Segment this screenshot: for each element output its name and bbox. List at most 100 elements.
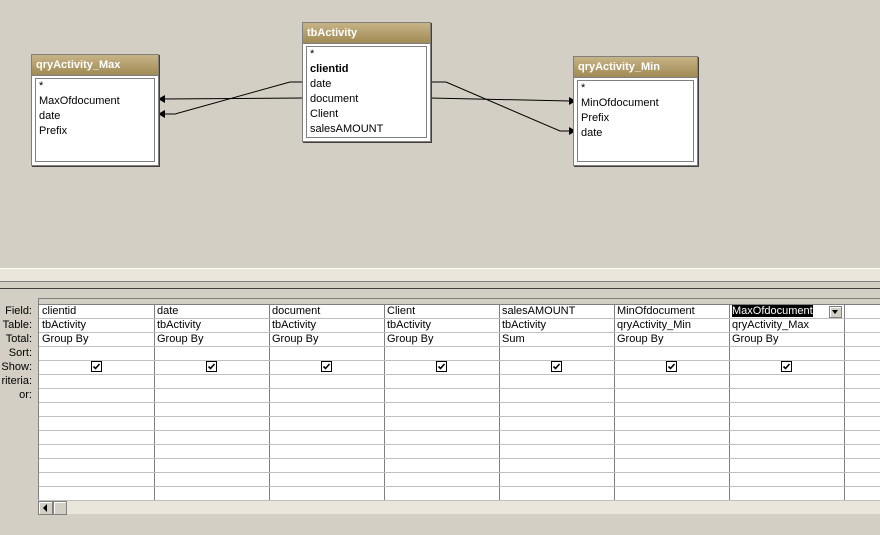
grid-cell-empty[interactable] [614,403,729,417]
show-checkbox-cell[interactable] [499,361,614,375]
grid-cell-empty[interactable] [499,473,614,487]
grid-cell-total[interactable]: Group By [614,333,729,347]
table-box-tbActivity[interactable]: tbActivity * clientid date document Client sa… [302,22,431,142]
grid-cell-empty[interactable] [269,431,384,445]
grid-cell-empty[interactable] [844,417,880,431]
grid-cell-empty[interactable] [39,459,154,473]
field-item[interactable]: date [36,109,154,124]
grid-cell-empty[interactable] [614,431,729,445]
grid-cell-empty[interactable] [269,487,384,501]
field-item[interactable]: Client [307,107,426,122]
show-checkbox-cell[interactable] [614,361,729,375]
grid-cell-empty[interactable] [154,389,269,403]
table-title[interactable]: qryActivity_Max [32,55,158,76]
horizontal-scrollbar[interactable] [38,500,880,515]
grid-cell-field[interactable]: date [154,305,269,319]
grid-cell-total[interactable]: Group By [154,333,269,347]
show-checkbox[interactable] [781,361,792,372]
grid-column[interactable]: date tbActivity Group By [154,299,270,501]
grid-cell-empty[interactable] [614,445,729,459]
field-list[interactable]: * MaxOfdocument date Prefix [35,78,155,162]
grid-cell-empty[interactable] [844,473,880,487]
table-box-qryActivity-Max[interactable]: qryActivity_Max * MaxOfdocument date Prefix [31,54,159,166]
field-item[interactable]: document [307,92,426,107]
grid-cell-empty[interactable] [844,459,880,473]
grid-cell-empty[interactable] [499,459,614,473]
show-checkbox-cell[interactable] [269,361,384,375]
grid-cell-empty[interactable] [384,459,499,473]
grid-cell-empty[interactable] [384,403,499,417]
grid-column[interactable]: MinOfdocument qryActivity_Min Group By [614,299,730,501]
grid-cell-empty[interactable] [499,487,614,501]
grid-cell-empty[interactable] [39,375,154,389]
scroll-thumb[interactable] [53,501,67,515]
grid-cell-empty[interactable] [844,375,880,389]
grid-cell-table[interactable]: tbActivity [499,319,614,333]
show-checkbox[interactable] [666,361,677,372]
grid-cell-empty[interactable] [154,487,269,501]
grid-column[interactable]: document tbActivity Group By [269,299,385,501]
grid-cell-empty[interactable] [154,403,269,417]
grid-cell-empty[interactable] [39,445,154,459]
field-list[interactable]: * MinOfdocument Prefix date [577,80,694,162]
grid-cell-total[interactable]: Group By [39,333,154,347]
table-box-qryActivity-Min[interactable]: qryActivity_Min * MinOfdocument Prefix date [573,56,698,166]
field-item[interactable]: clientid [307,62,426,77]
query-diagram-pane[interactable]: qryActivity_Max * MaxOfdocument date Prefix… [0,0,880,268]
grid-cell-empty[interactable] [384,445,499,459]
grid-cell-sort[interactable] [39,347,154,361]
grid-column[interactable]: MaxOfdocument qryActivity_Max Group By [729,299,845,501]
grid-cell-empty[interactable] [729,431,844,445]
grid-cell-empty[interactable] [384,417,499,431]
grid-cell-empty[interactable] [269,459,384,473]
field-item[interactable]: date [307,77,426,92]
grid-cell-total[interactable]: Group By [269,333,384,347]
grid-cell-empty[interactable] [844,347,880,361]
grid-cell-table[interactable]: tbActivity [39,319,154,333]
show-checkbox-cell[interactable] [384,361,499,375]
grid-cell-empty[interactable] [844,389,880,403]
table-title[interactable]: tbActivity [303,23,430,44]
grid-cell-empty[interactable] [844,319,880,333]
grid-cell-empty[interactable] [154,417,269,431]
grid-cell-field[interactable]: salesAMOUNT [499,305,614,319]
grid-cell-empty[interactable] [384,389,499,403]
field-item[interactable]: * [307,47,426,62]
grid-cell-empty[interactable] [269,375,384,389]
grid-cell-empty[interactable] [384,487,499,501]
field-item[interactable]: MinOfdocument [578,96,693,111]
field-item[interactable]: salesAMOUNT [307,122,426,137]
grid-cell-field[interactable]: document [269,305,384,319]
grid-cell-sort[interactable] [384,347,499,361]
grid-cell-empty[interactable] [39,431,154,445]
grid-cell-empty[interactable] [499,389,614,403]
grid-cell-empty[interactable] [729,375,844,389]
grid-cell-table[interactable]: tbActivity [154,319,269,333]
grid-cell-empty[interactable] [39,403,154,417]
show-checkbox[interactable] [436,361,447,372]
grid-cell-empty[interactable] [39,487,154,501]
grid-cell-empty[interactable] [154,473,269,487]
grid-cell-empty[interactable] [39,389,154,403]
field-list[interactable]: * clientid date document Client salesAMOUNT [306,46,427,138]
grid-cell-empty[interactable] [154,375,269,389]
grid-cell-empty[interactable] [499,417,614,431]
grid-cell-empty[interactable] [844,431,880,445]
grid-cell-total[interactable]: Group By [729,333,844,347]
grid-cell-field[interactable]: MinOfdocument [614,305,729,319]
show-checkbox-cell[interactable] [729,361,844,375]
grid-cell-empty[interactable] [269,417,384,431]
field-item[interactable]: Prefix [36,124,154,139]
grid-cell-empty[interactable] [154,445,269,459]
show-checkbox-cell[interactable] [154,361,269,375]
field-item[interactable]: * [578,81,693,96]
grid-cell-sort[interactable] [614,347,729,361]
dropdown-button[interactable] [829,306,842,318]
grid-cell-empty[interactable] [729,389,844,403]
grid-cell-sort[interactable] [729,347,844,361]
grid-cell-empty[interactable] [844,403,880,417]
grid-cell-sort[interactable] [154,347,269,361]
grid-column[interactable] [844,299,880,501]
grid-cell-empty[interactable] [614,417,729,431]
grid-cell-table[interactable]: tbActivity [269,319,384,333]
